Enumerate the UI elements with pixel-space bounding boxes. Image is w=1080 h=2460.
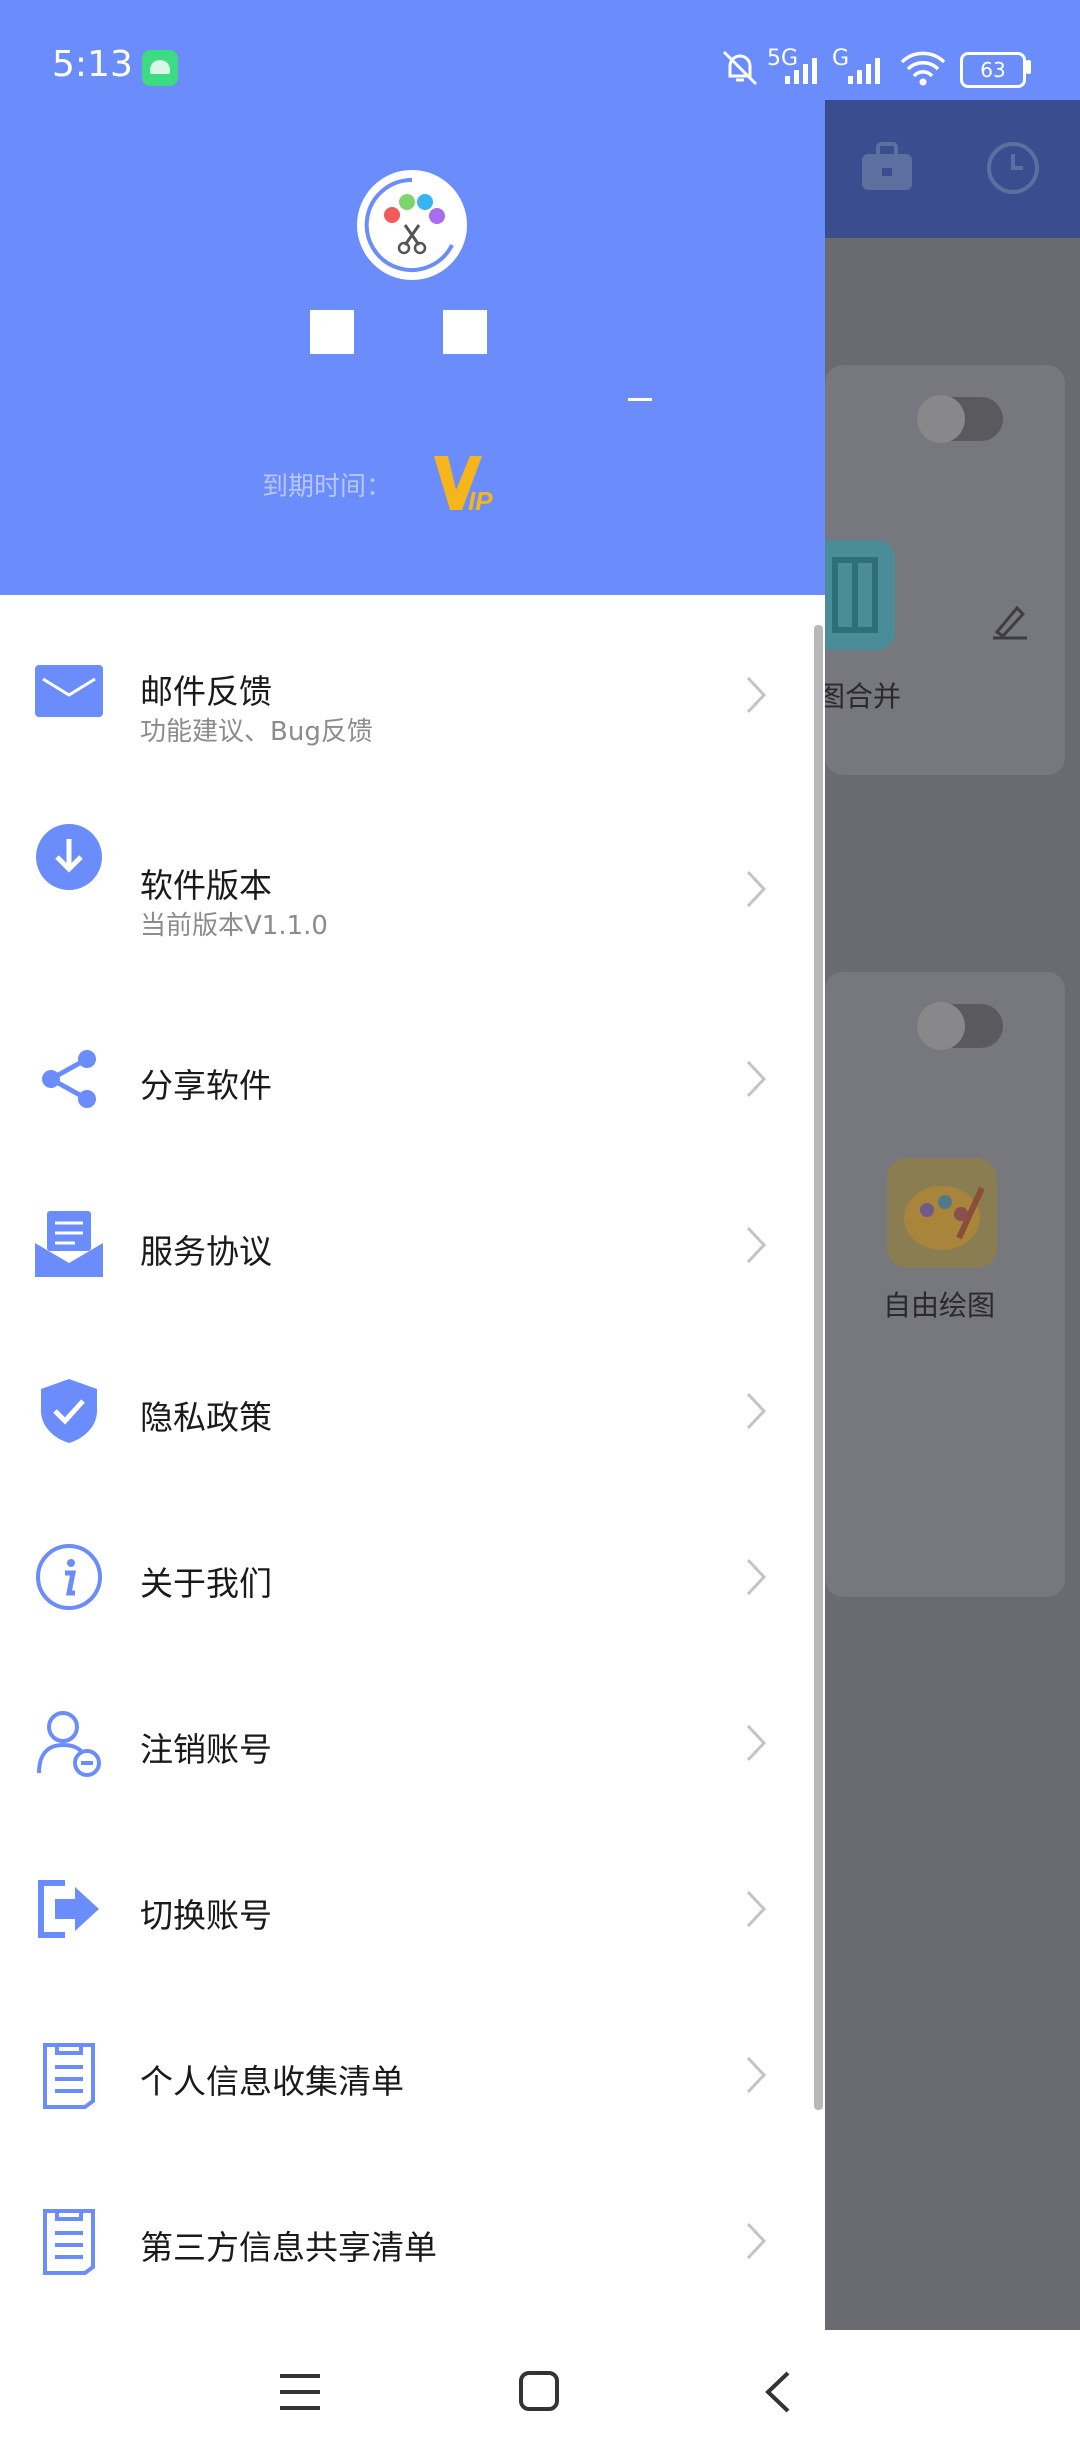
menu-title: 分享软件 <box>140 1066 272 1105</box>
menu-title: 隐私政策 <box>140 1398 272 1437</box>
menu-item-share-app[interactable]: 分享软件 <box>0 995 825 1161</box>
free-draw-label: 自由绘图 <box>883 1289 996 1322</box>
chevron-right-icon <box>746 1226 767 1264</box>
list-icon <box>43 2043 95 2109</box>
chevron-right-icon <box>746 1392 767 1430</box>
android-notification-icon <box>142 50 178 86</box>
list-icon <box>43 2209 95 2275</box>
shield-icon <box>41 1379 97 1443</box>
chevron-right-icon <box>746 1724 767 1762</box>
svg-text:IP: IP <box>468 486 493 514</box>
user-remove-icon <box>37 1711 101 1777</box>
menu-item-third-party-sharing-list[interactable]: 第三方信息共享清单 <box>0 2157 825 2323</box>
menu-item-switch-account[interactable]: 切换账号 <box>0 1825 825 1991</box>
battery-tip <box>1026 60 1031 74</box>
menu-icon[interactable] <box>278 2372 322 2412</box>
back-icon[interactable] <box>762 2370 792 2414</box>
signal-icon-2 <box>848 58 880 84</box>
username-redacted-1 <box>310 310 354 354</box>
logout-icon <box>38 1880 99 1938</box>
background-toolbar <box>825 100 1080 238</box>
status-time: 5:13 <box>52 44 133 85</box>
history-icon[interactable] <box>985 140 1041 196</box>
chevron-right-icon <box>746 1558 767 1596</box>
share-icon <box>42 1050 96 1108</box>
menu-item-service-agreement[interactable]: 服务协议 <box>0 1161 825 1327</box>
menu-item-about-us[interactable]: 关于我们 <box>0 1493 825 1659</box>
menu-title: 服务协议 <box>140 1232 272 1271</box>
network-type-2: G <box>832 46 850 71</box>
chevron-right-icon <box>746 2222 767 2260</box>
menu-item-delete-account[interactable]: 注销账号 <box>0 1659 825 1825</box>
menu-title: 切换账号 <box>140 1896 272 1935</box>
mail-icon <box>35 665 103 717</box>
palette-logo-icon <box>364 177 454 272</box>
chevron-right-icon <box>746 1890 767 1928</box>
signal-icon-1 <box>785 58 817 84</box>
username-redacted-3 <box>628 398 652 401</box>
edit-icon[interactable] <box>987 600 1031 644</box>
background-toggle-1[interactable] <box>917 395 1003 443</box>
chevron-right-icon <box>746 870 767 908</box>
menu-title: 邮件反馈 <box>140 672 272 711</box>
username-redacted-2 <box>443 310 487 354</box>
vip-badge: IP <box>432 450 498 525</box>
chevron-right-icon <box>746 676 767 714</box>
app-logo[interactable] <box>357 170 467 280</box>
menu-title: 第三方信息共享清单 <box>140 2228 437 2267</box>
menu-title: 注销账号 <box>140 1730 272 1769</box>
agreement-icon <box>35 1211 103 1277</box>
palette-icon[interactable] <box>887 1158 997 1268</box>
menu-item-personal-info-list[interactable]: 个人信息收集清单 <box>0 1991 825 2157</box>
chevron-right-icon <box>746 2056 767 2094</box>
menu-item-mail-feedback[interactable]: 邮件反馈 功能建议、Bug反馈 <box>0 595 825 761</box>
home-icon[interactable] <box>518 2370 560 2412</box>
menu-title: 个人信息收集清单 <box>140 2062 404 2101</box>
merge-tool-label: 图合并 <box>817 680 902 713</box>
wifi-icon <box>900 51 946 86</box>
navigation-drawer: 到期时间： IP 邮件反馈 功能建议、Bug反馈 软件版本 当前版本V1.1.0… <box>0 0 825 2330</box>
chevron-right-icon <box>746 1060 767 1098</box>
battery-indicator: 63 <box>960 52 1026 88</box>
mute-icon <box>722 50 758 86</box>
toolbox-icon[interactable] <box>860 142 914 192</box>
status-bar: 5:13 5G G 63 <box>0 0 1080 100</box>
menu-subtitle: 功能建议、Bug反馈 <box>140 717 373 747</box>
info-icon <box>36 1544 102 1610</box>
system-navigation-bar <box>0 2330 1080 2460</box>
vip-icon: IP <box>434 456 493 516</box>
menu-item-privacy-policy[interactable]: 隐私政策 <box>0 1327 825 1493</box>
menu-subtitle: 当前版本V1.1.0 <box>140 911 328 941</box>
drawer-scrollbar[interactable] <box>814 625 823 2110</box>
menu-title: 关于我们 <box>140 1564 272 1603</box>
menu-title: 软件版本 <box>140 866 272 905</box>
expiry-label: 到期时间： <box>262 472 393 502</box>
menu-item-software-version[interactable]: 软件版本 当前版本V1.1.0 <box>0 761 825 941</box>
download-icon <box>36 824 102 890</box>
merge-tool-icon[interactable] <box>815 540 895 650</box>
background-card-2: 自由绘图 <box>825 972 1065 1597</box>
background-toggle-2[interactable] <box>917 1002 1003 1050</box>
background-card-1: 图合并 <box>815 365 1065 775</box>
